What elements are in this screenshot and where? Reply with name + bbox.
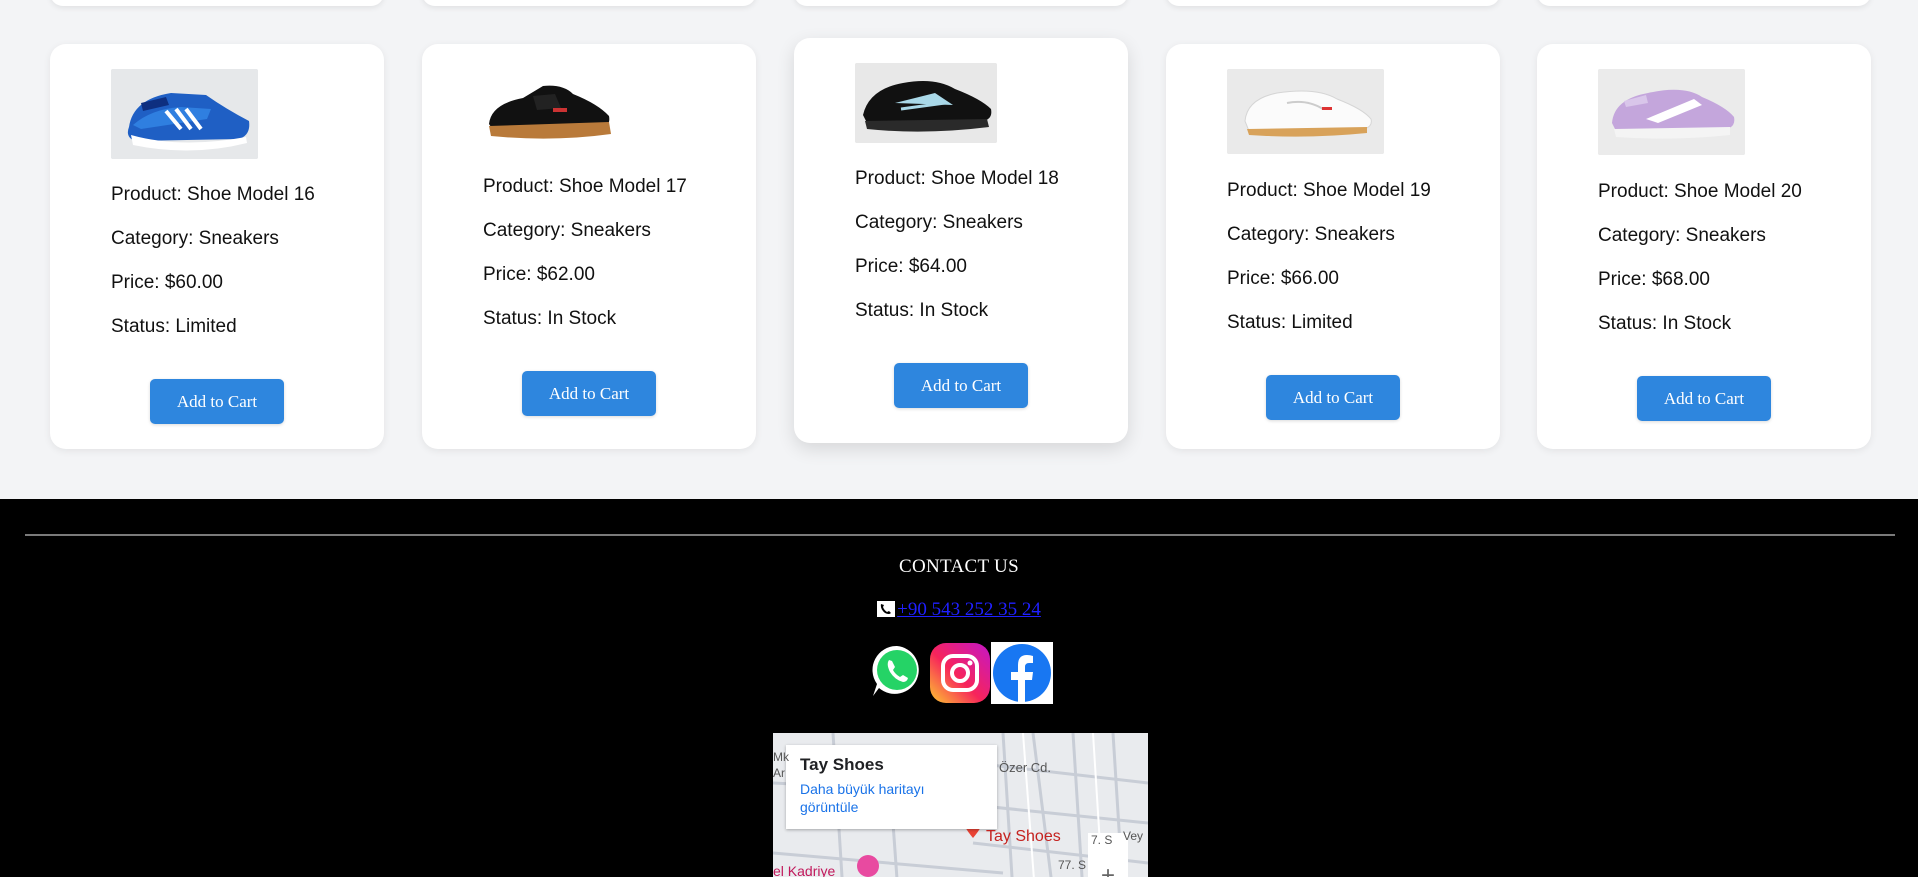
add-to-cart-button[interactable]: Add to Cart [1637,376,1771,421]
map-place-name: Tay Shoes [800,755,884,774]
footer: CONTACT US +90 543 252 35 24 + Tay Shoes… [0,499,1918,877]
map-info-card: Tay Shoes Daha büyük haritayı görüntüle [786,745,997,829]
add-to-cart-button[interactable]: Add to Cart [894,363,1028,408]
map-street-label: Vey [1123,829,1144,843]
product-card: Product: Shoe Model 16 Category: Sneaker… [50,44,384,449]
map-poi-label: el Kadriye [773,863,836,877]
product-category: Category: Sneakers [855,212,1023,233]
map-edge-label: Mk Ar [773,750,789,780]
product-info: Product: Shoe Model 18 Category: Sneaker… [855,168,1118,344]
product-card-partial [50,0,384,6]
add-to-cart-button[interactable]: Add to Cart [522,371,656,416]
add-to-cart-button[interactable]: Add to Cart [150,379,284,424]
product-card-partial [422,0,756,6]
phone-icon [877,601,896,617]
product-info: Product: Shoe Model 16 Category: Sneaker… [111,184,374,360]
product-name: Product: Shoe Model 18 [855,168,1059,189]
svg-text:+: + [1101,862,1115,877]
product-card: Product: Shoe Model 19 Category: Sneaker… [1166,44,1500,449]
map-embed[interactable]: + Tay Shoes Daha büyük haritayı görüntül… [773,733,1148,877]
black-running-shoe-icon [855,63,997,143]
product-status: Status: In Stock [483,308,617,329]
contact-title: CONTACT US [899,556,1019,577]
product-info: Product: Shoe Model 20 Category: Sneaker… [1598,181,1861,357]
product-category: Category: Sneakers [483,220,651,241]
product-price: Price: $66.00 [1227,268,1339,289]
product-status: Status: In Stock [1598,313,1732,334]
white-classic-sneaker-icon [1227,69,1384,154]
whatsapp-icon[interactable] [869,642,933,704]
product-price: Price: $62.00 [483,264,595,285]
product-card: Product: Shoe Model 20 Category: Sneaker… [1537,44,1871,449]
product-name: Product: Shoe Model 17 [483,176,687,197]
product-status: Status: Limited [111,316,237,337]
product-card: Product: Shoe Model 17 Category: Sneaker… [422,44,756,449]
product-category: Category: Sneakers [111,228,279,249]
phone-link[interactable]: +90 543 252 35 24 [897,599,1041,620]
map-larger-link[interactable]: Daha büyük haritayı görüntüle [800,780,983,816]
product-status: Status: In Stock [855,300,989,321]
product-price: Price: $68.00 [1598,269,1710,290]
product-category: Category: Sneakers [1598,225,1766,246]
map-street-label: 77. S [1058,858,1087,872]
product-card-partial [1166,0,1500,6]
product-info: Product: Shoe Model 19 Category: Sneaker… [1227,180,1490,356]
map-street-label: 7. S [1091,833,1113,847]
previous-card-row [0,0,1918,6]
map-street-label: Özer Cd. [999,760,1052,775]
product-info: Product: Shoe Model 17 Category: Sneaker… [483,176,746,352]
product-name: Product: Shoe Model 19 [1227,180,1431,201]
product-price: Price: $60.00 [111,272,223,293]
product-name: Product: Shoe Model 16 [111,184,315,205]
map-marker-label: Tay Shoes [986,828,1061,845]
lilac-sneaker-icon [1598,69,1745,155]
footer-divider [25,534,1895,536]
product-category: Category: Sneakers [1227,224,1395,245]
product-status: Status: Limited [1227,312,1353,333]
product-card-partial [1537,0,1871,6]
instagram-icon[interactable] [929,642,993,704]
product-price: Price: $64.00 [855,256,967,277]
facebook-icon[interactable] [991,642,1055,704]
add-to-cart-button[interactable]: Add to Cart [1266,375,1400,420]
black-gum-sneaker-icon [483,64,615,149]
product-card: Product: Shoe Model 18 Category: Sneaker… [794,38,1128,443]
blue-sneaker-icon [111,69,258,159]
product-name: Product: Shoe Model 20 [1598,181,1802,202]
phone-row: +90 543 252 35 24 [0,599,1918,621]
product-card-partial [794,0,1128,6]
